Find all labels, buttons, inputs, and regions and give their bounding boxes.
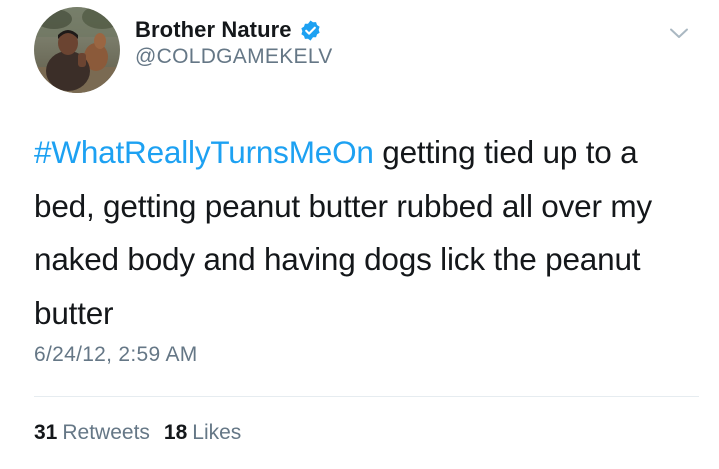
avatar[interactable] [34, 7, 120, 93]
tweet-text: #WhatReallyTurnsMeOn getting tied up to … [34, 126, 694, 340]
divider [34, 396, 699, 397]
likes-label: Likes [192, 421, 242, 444]
likes-stat[interactable]: 18 Likes [164, 421, 241, 445]
verified-badge-icon [299, 19, 322, 42]
tweet-timestamp[interactable]: 6/24/12, 2:59 AM [34, 343, 198, 367]
display-name[interactable]: Brother Nature [135, 17, 292, 43]
tweet-stats: 31 Retweets 18 Likes [34, 421, 241, 445]
retweets-count: 31 [34, 421, 58, 444]
avatar-photo [34, 7, 120, 93]
name-row: Brother Nature [135, 14, 322, 46]
tweet-card: Brother Nature @COLDGAMEKELV #WhatReally… [0, 0, 719, 469]
user-handle[interactable]: @COLDGAMEKELV [135, 45, 333, 69]
chevron-down-icon[interactable] [668, 22, 690, 44]
hashtag-link[interactable]: #WhatReallyTurnsMeOn [34, 134, 374, 170]
retweets-label: Retweets [62, 421, 150, 444]
retweets-stat[interactable]: 31 Retweets [34, 421, 150, 445]
likes-count: 18 [163, 421, 188, 444]
